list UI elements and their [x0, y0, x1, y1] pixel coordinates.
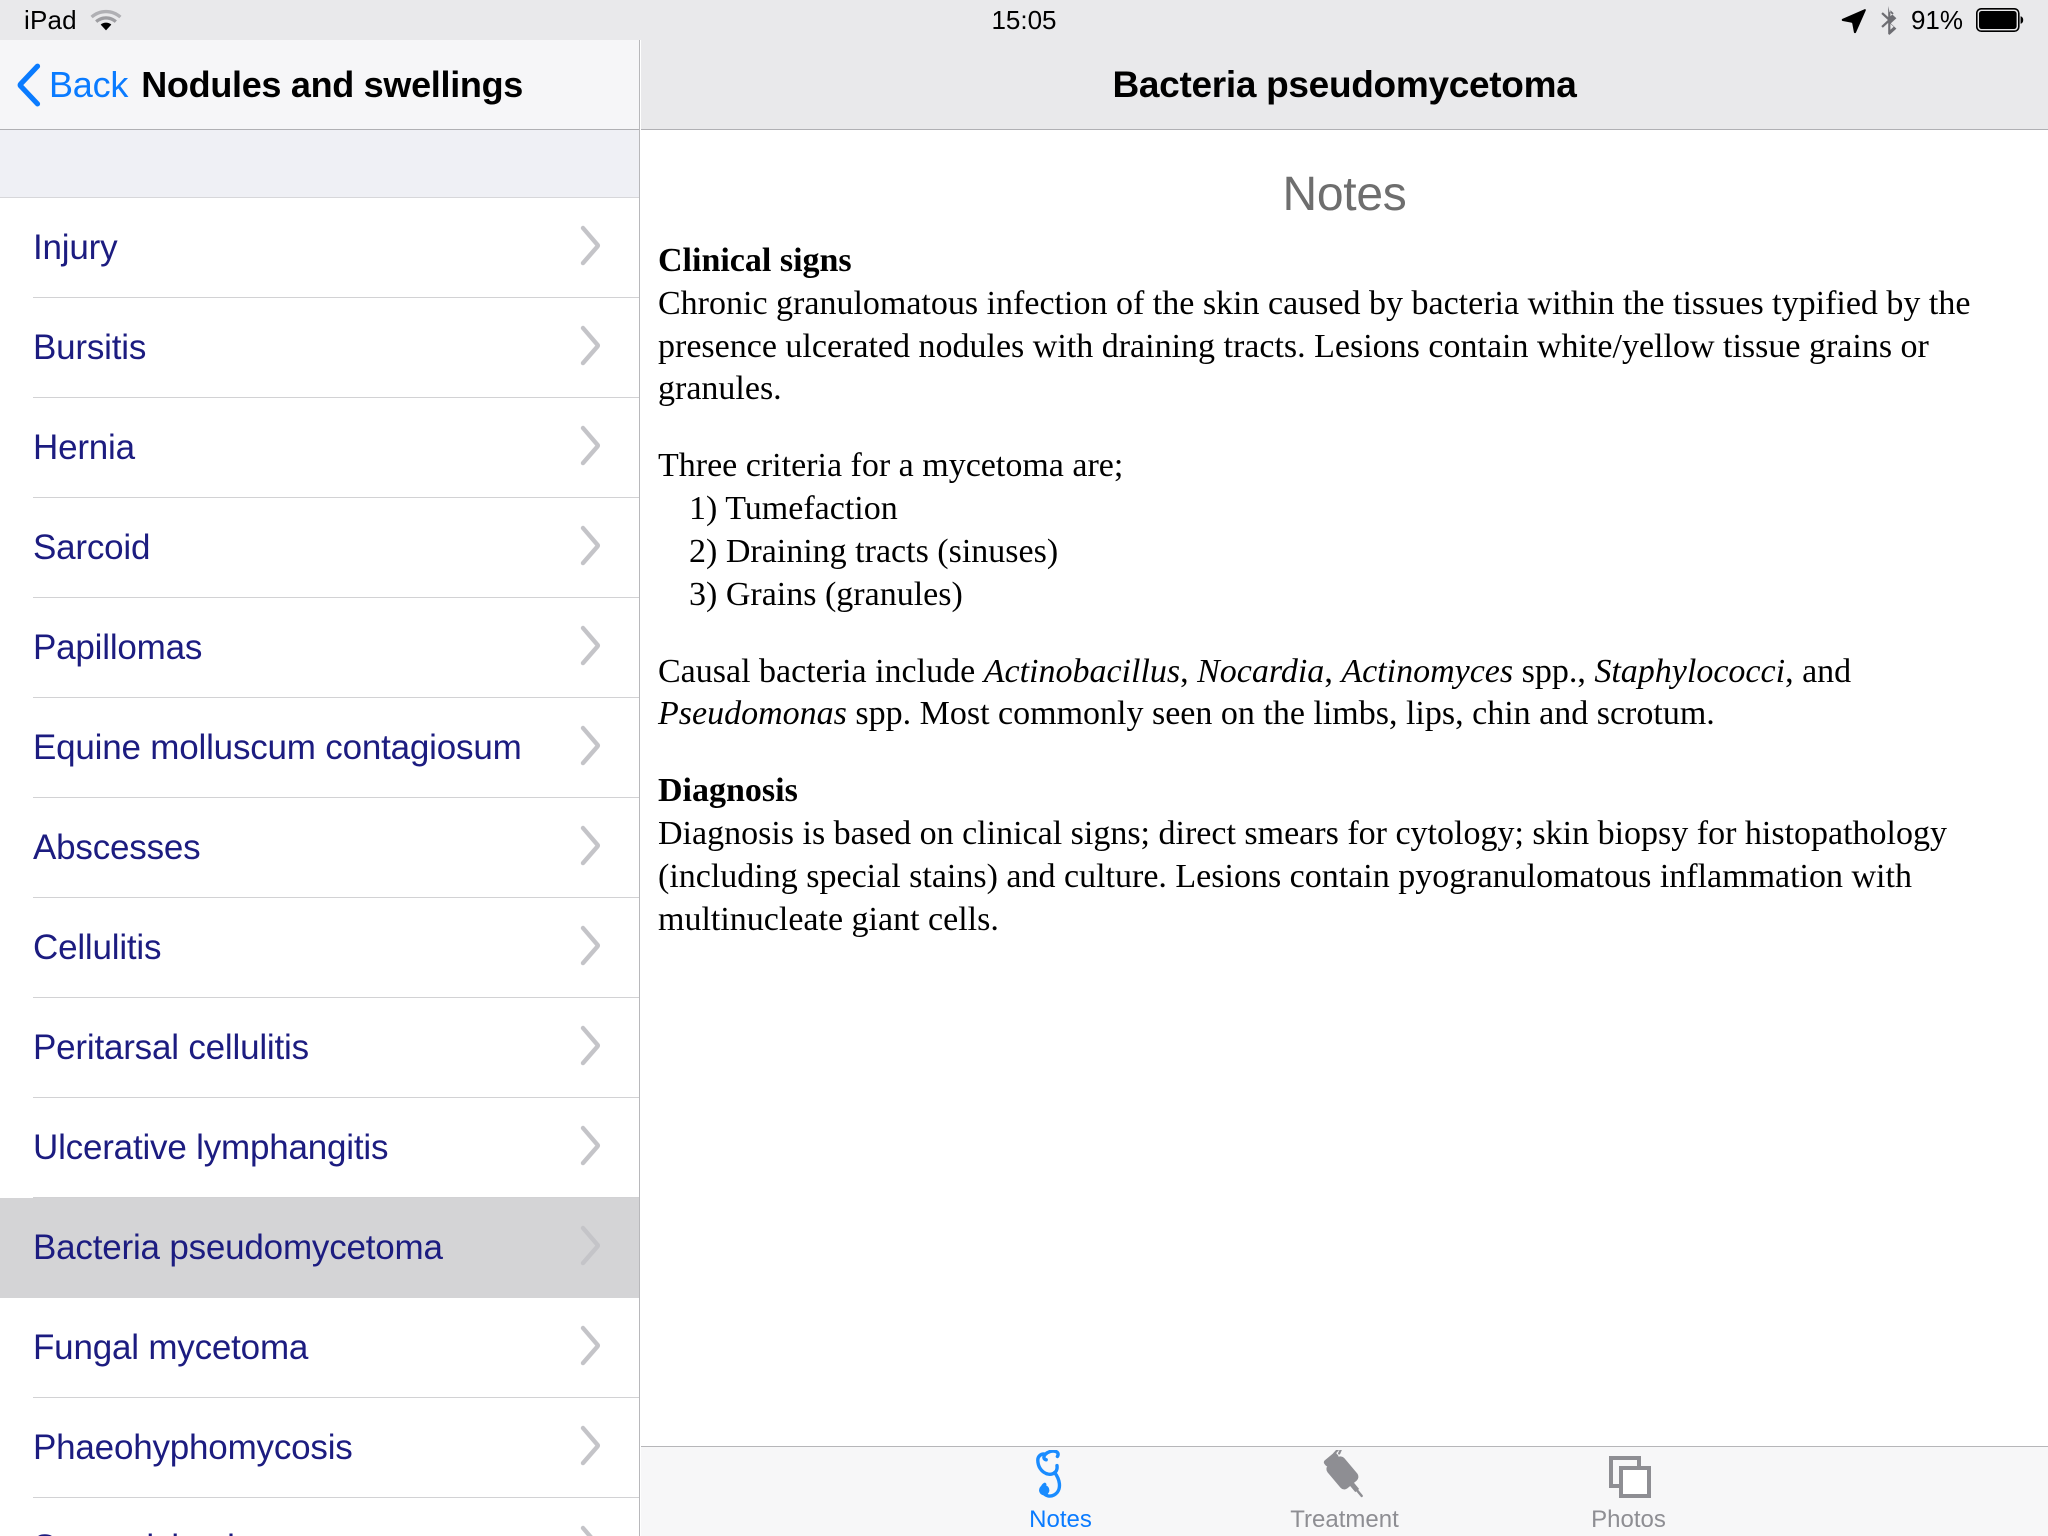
chevron-right-icon	[577, 1324, 603, 1373]
causal-prefix: Causal bacteria include	[658, 652, 984, 690]
separator: spp.	[846, 695, 912, 733]
organism-name: Nocardia	[1197, 652, 1325, 690]
sidebar-nav-bar: Back Nodules and swellings	[0, 40, 639, 130]
battery-icon	[1976, 8, 2024, 32]
notes-body: Clinical signs Chronic granulomatous inf…	[641, 222, 2048, 942]
sidebar-list-item[interactable]: Hernia	[0, 398, 639, 498]
sidebar-list-item-label: Cellulitis	[33, 928, 162, 967]
causal-bacteria-paragraph: Causal bacteria include Actinobacillus , …	[658, 651, 2028, 737]
chevron-right-icon	[577, 324, 603, 373]
list-section-header	[0, 130, 639, 198]
battery-percent-label: 91%	[1910, 4, 1963, 35]
sidebar-list-item[interactable]: Injury	[0, 198, 639, 298]
sidebar-list-item[interactable]: Papillomas	[0, 598, 639, 698]
chevron-right-icon	[577, 424, 603, 473]
sidebar-list-item[interactable]: Cellulitis	[0, 898, 639, 998]
location-arrow-icon	[1839, 6, 1867, 34]
tab-notes-label: Notes	[1029, 1505, 1092, 1533]
sidebar-list-item-label: Abscesses	[33, 828, 201, 867]
sidebar-list-item-label: Sarcoid	[33, 528, 151, 567]
causal-location-sentence: Most commonly seen on the limbs, lips, c…	[919, 695, 1715, 733]
sidebar-list-item[interactable]: Fungal mycetoma	[0, 1298, 639, 1398]
separator: spp.,	[1513, 652, 1595, 690]
clinical-signs-paragraph: Chronic granulomatous infection of the s…	[658, 284, 1971, 408]
detail-pane: Bacteria pseudomycetoma Notes Clinical s…	[641, 40, 2048, 1536]
sidebar-list-item[interactable]: Sarcoid	[0, 498, 639, 598]
sidebar-list-item[interactable]: Ulcerative lymphangitis	[0, 1098, 639, 1198]
sidebar-list-item-label: Hernia	[33, 428, 135, 467]
sidebar-master-pane: Back Nodules and swellings Injury Bursiti…	[0, 40, 640, 1536]
sidebar-list-item-label: Ulcerative lymphangitis	[33, 1128, 389, 1167]
chevron-right-icon	[577, 1524, 603, 1536]
chevron-right-icon	[577, 524, 603, 573]
clinical-signs-heading: Clinical signs	[658, 242, 852, 279]
sidebar-list-item-label: Bacteria pseudomycetoma	[33, 1228, 443, 1267]
chevron-right-icon	[577, 1024, 603, 1073]
criteria-item: 1) Tumefaction	[689, 490, 898, 528]
sidebar-list-item-label: Sporotrichosis	[33, 1528, 252, 1536]
sidebar-list-item-label: Papillomas	[33, 628, 203, 667]
chevron-right-icon	[577, 824, 603, 873]
sidebar-list-item-label: Peritarsal cellulitis	[33, 1028, 309, 1067]
split-view: Back Nodules and swellings Injury Bursiti…	[0, 40, 2048, 1536]
diagnosis-paragraph: Diagnosis is based on clinical signs; di…	[658, 815, 1947, 938]
organism-name: Pseudomonas	[658, 695, 847, 733]
sidebar-list[interactable]: Injury Bursitis Hernia Sarcoid Papillomas Equ…	[0, 198, 639, 1536]
criteria-item: 2) Draining tracts (sinuses)	[689, 532, 1059, 570]
sidebar-title: Nodules and swellings	[141, 63, 524, 105]
separator: ,	[1324, 652, 1342, 690]
sidebar-list-item-label: Equine molluscum contagiosum	[33, 728, 522, 767]
chevron-right-icon	[577, 924, 603, 973]
syringe-icon	[1315, 1449, 1375, 1504]
notes-heading: Notes	[1282, 168, 1407, 221]
organism-name: Actinomyces	[1341, 652, 1514, 690]
sidebar-list-item[interactable]: Bursitis	[0, 298, 639, 398]
status-bar-right: 91%	[1839, 5, 2024, 36]
bluetooth-icon	[1880, 5, 1898, 35]
detail-nav-bar: Bacteria pseudomycetoma	[641, 40, 2048, 130]
sidebar-list-item[interactable]: Phaeohyphomycosis	[0, 1398, 639, 1498]
detail-title: Bacteria pseudomycetoma	[1112, 63, 1577, 105]
sidebar-list-item-label: Injury	[33, 228, 118, 267]
diagnosis-heading: Diagnosis	[658, 772, 798, 810]
chevron-right-icon	[577, 724, 603, 773]
sidebar-list-item[interactable]: Peritarsal cellulitis	[0, 998, 639, 1098]
chevron-right-icon	[577, 1424, 603, 1473]
stethoscope-icon	[1031, 1449, 1091, 1504]
app-root: iPad 15:05 91% Back Nodules and swelling…	[0, 0, 2048, 1536]
criteria-intro: Three criteria for a mycetoma are;	[658, 447, 1124, 485]
sidebar-list-item-label: Phaeohyphomycosis	[33, 1428, 353, 1467]
tab-treatment-label: Treatment	[1290, 1505, 1399, 1533]
separator: ,	[1180, 652, 1198, 690]
organism-name: Staphylococci	[1594, 652, 1786, 690]
chevron-right-icon	[577, 224, 603, 273]
chevron-left-icon	[16, 63, 42, 107]
back-button-label: Back	[49, 63, 129, 105]
sidebar-list-item-label: Fungal mycetoma	[33, 1328, 309, 1367]
back-button[interactable]: Back	[16, 63, 128, 107]
separator: , and	[1785, 652, 1852, 690]
chevron-right-icon	[577, 1124, 603, 1173]
sidebar-list-item[interactable]: Abscesses	[0, 798, 639, 898]
tab-notes[interactable]: Notes	[977, 1447, 1145, 1536]
tab-photos[interactable]: Photos	[1545, 1447, 1713, 1536]
status-bar: iPad 15:05 91%	[0, 0, 2048, 40]
sidebar-list-item[interactable]: Bacteria pseudomycetoma	[0, 1198, 639, 1298]
sidebar-list-item-label: Bursitis	[33, 328, 147, 367]
photos-stack-icon	[1599, 1450, 1659, 1504]
sidebar-list-item[interactable]: Equine molluscum contagiosum	[0, 698, 639, 798]
chevron-right-icon	[577, 624, 603, 673]
bottom-tab-bar: Notes Treatment Photos	[641, 1446, 2048, 1536]
organism-name: Actinobacillus	[983, 652, 1181, 690]
chevron-right-icon	[577, 1224, 603, 1273]
tab-treatment[interactable]: Treatment	[1261, 1447, 1429, 1536]
detail-content-scroll[interactable]: Notes Clinical signs Chronic granulomato…	[641, 131, 2048, 1446]
sidebar-list-item[interactable]: Sporotrichosis	[0, 1498, 639, 1536]
tab-photos-label: Photos	[1591, 1505, 1666, 1533]
criteria-item: 3) Grains (granules)	[689, 575, 963, 613]
clock-label: 15:05	[991, 4, 1057, 35]
